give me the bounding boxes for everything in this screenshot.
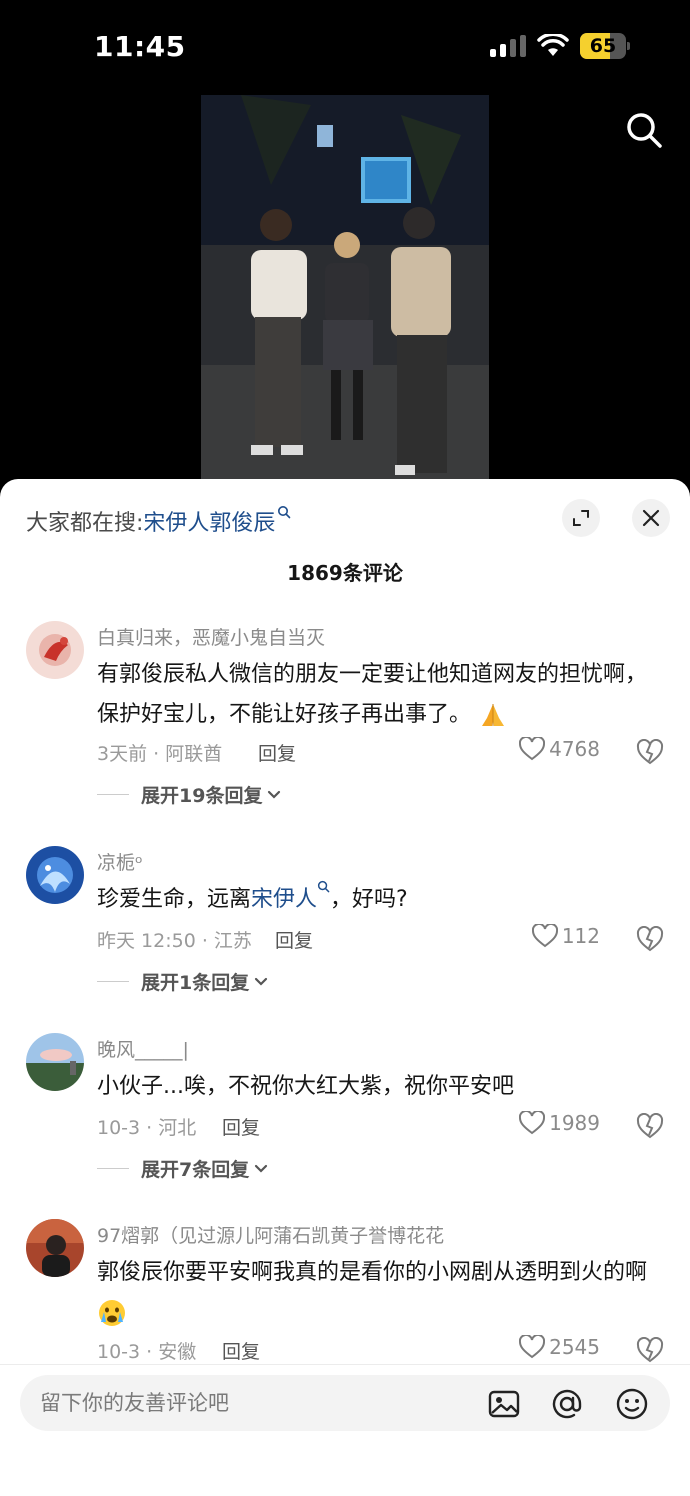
comment-text: 有郭俊辰私人微信的朋友一定要让他知道网友的担忧啊，保护好宝儿，不能让好孩子再出事… [97,655,667,735]
comment-text: 小伙子...唉，不祝你大红大紫，祝你平安吧 [97,1074,514,1099]
reply-button[interactable]: 回复 [222,1113,260,1140]
close-button[interactable] [632,499,670,537]
wifi-icon [537,34,569,56]
keyword-search-icon [317,880,330,893]
expand-replies[interactable]: 展开7条回复 [97,1155,269,1182]
heart-icon [531,924,558,948]
heart-icon [519,1111,546,1135]
status-bar: 11:45 65 [0,0,690,92]
reply-button[interactable]: 回复 [222,1337,260,1364]
comment-sheet: 大家都在搜:宋伊人郭俊辰 1869条评论 白真归来，恶魔小鬼自当灭 有郭俊辰私人… [0,479,690,1496]
comment-keyword-link[interactable]: 宋伊人 [251,887,317,912]
comment-input-bar [20,1375,670,1431]
battery-indicator: 65 [580,33,630,59]
comment-item: 97熠郭（见过源儿阿蒲石凯黄子誉博花花 郭俊辰你要平安啊我真的是看你的小网剧从透… [0,1219,690,1369]
avatar[interactable] [26,621,84,679]
expand-replies[interactable]: 展开1条回复 [97,968,269,995]
status-time: 11:45 [94,30,186,63]
like-count: 1989 [549,1111,600,1135]
video-player[interactable] [0,92,690,492]
avatar[interactable] [26,846,84,904]
like-button[interactable]: 112 [531,924,600,948]
reply-button[interactable]: 回复 [258,739,296,766]
comment-item: 凉栀ᵒ 珍爱生命，远离宋伊人 ，好吗? 昨天 12:50 · 江苏 回复 112 … [0,846,690,1006]
keyword-search-icon [278,506,291,519]
like-count: 4768 [549,737,600,761]
broken-heart-icon[interactable] [636,739,664,765]
comment-text: 郭俊辰你要平安啊我真的是看你的小网剧从透明到火的啊 [97,1253,667,1333]
comment-item: 晚风_____| 小伙子...唉，不祝你大红大紫，祝你平安吧 10-3 · 河北… [0,1033,690,1193]
chevron-down-icon [255,1164,268,1173]
emoji-icon[interactable] [615,1387,649,1421]
comment-input[interactable] [40,1375,460,1431]
trending-keyword[interactable]: 宋伊人郭俊辰 [143,511,275,536]
image-icon[interactable] [487,1387,521,1421]
chevron-down-icon [268,790,281,799]
like-button[interactable]: 4768 [519,737,600,761]
comment-username[interactable]: 晚风_____| [97,1035,189,1062]
divider [0,1364,690,1365]
comment-meta: 10-3 · 河北 [97,1117,197,1139]
like-count: 112 [561,924,600,948]
comment-username[interactable]: 凉栀ᵒ [97,848,143,875]
expand-replies-label: 展开1条回复 [141,972,250,994]
reply-button[interactable]: 回复 [275,926,313,953]
video-thumbnail[interactable] [201,95,489,485]
broken-heart-icon[interactable] [636,1113,664,1139]
like-button[interactable]: 2545 [519,1335,600,1359]
heart-icon [519,737,546,761]
expand-replies-label: 展开7条回复 [141,1159,250,1181]
broken-heart-icon[interactable] [636,1337,664,1363]
cellular-signal-icon [490,35,526,57]
folded-hands-icon [482,704,505,726]
crying-face-icon [99,1300,125,1326]
like-count: 2545 [549,1335,600,1359]
comment-text: 珍爱生命，远离宋伊人 ，好吗? [97,880,667,920]
heart-icon [519,1335,546,1359]
chevron-down-icon [255,977,268,986]
trending-prefix: 大家都在搜: [26,511,144,536]
mention-icon[interactable] [550,1387,584,1421]
comment-meta: 昨天 12:50 · 江苏 [97,930,252,952]
comment-username[interactable]: 97熠郭（见过源儿阿蒲石凯黄子誉博花花 [97,1221,444,1248]
comment-meta: 10-3 · 安徽 [97,1341,197,1363]
close-icon [642,509,660,527]
battery-percent: 65 [589,35,617,57]
expand-icon [573,510,589,526]
like-button[interactable]: 1989 [519,1111,600,1135]
expand-replies-label: 展开19条回复 [141,785,263,807]
avatar[interactable] [26,1033,84,1091]
avatar[interactable] [26,1219,84,1277]
search-icon[interactable] [624,110,664,150]
expand-replies[interactable]: 展开19条回复 [97,781,282,808]
trending-search[interactable]: 大家都在搜:宋伊人郭俊辰 [26,505,291,537]
comment-count: 1869条评论 [287,561,403,585]
comment-username[interactable]: 白真归来，恶魔小鬼自当灭 [97,623,325,650]
comment-item: 白真归来，恶魔小鬼自当灭 有郭俊辰私人微信的朋友一定要让他知道网友的担忧啊，保护… [0,621,690,817]
video-scene-image [201,95,489,485]
comment-meta: 3天前 · 阿联酋 [97,743,223,765]
broken-heart-icon[interactable] [636,926,664,952]
expand-button[interactable] [562,499,600,537]
